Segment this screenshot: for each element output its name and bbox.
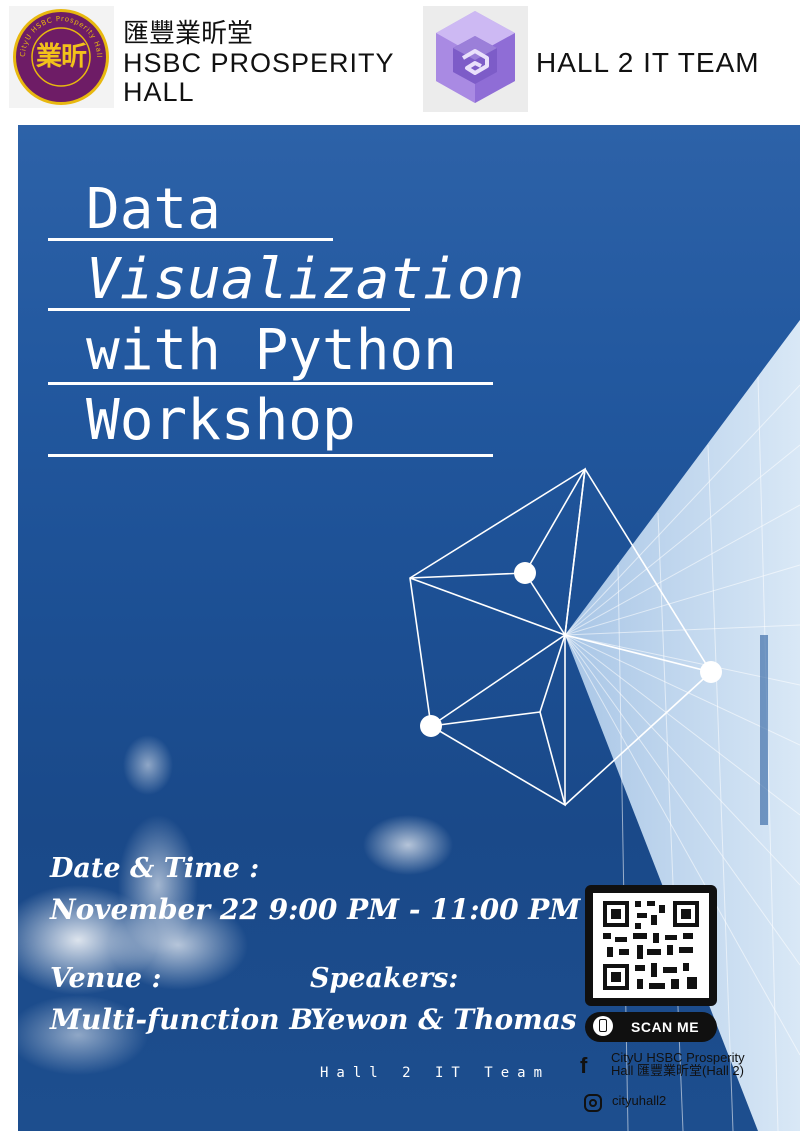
poster: Data Visualization with Python Workshop …: [18, 125, 800, 1131]
node-dot: [700, 661, 722, 683]
scan-me-label: SCAN ME: [631, 1019, 700, 1035]
qr-code[interactable]: [585, 885, 717, 1006]
date-label: Date & Time :: [50, 853, 260, 884]
title-line-4: Workshop: [86, 388, 356, 453]
title-underline: [48, 454, 493, 457]
qr-code-icon: [593, 893, 709, 998]
speakers-value: Yewon & Thomas: [310, 1003, 577, 1036]
facebook-page-line2: Hall 匯豐業昕堂(Hall 2): [611, 1063, 744, 1078]
purple-cube-icon: [436, 11, 515, 103]
venue-value: Multi-function B: [50, 1003, 314, 1036]
title-line-2: Visualization: [86, 247, 525, 312]
title-underline: [48, 308, 410, 311]
team-name: HALL 2 IT TEAM: [536, 47, 760, 78]
hall-logo: CityU HSBC Prosperity Hall 業昕: [9, 6, 114, 108]
venue-label: Venue :: [50, 963, 162, 994]
title-line-1: Data: [86, 177, 221, 242]
facebook-icon[interactable]: f: [580, 1055, 594, 1077]
scan-me-badge: SCAN ME: [585, 1012, 717, 1042]
title-underline: [48, 382, 493, 385]
facebook-page[interactable]: CityU HSBC Prosperity Hall 匯豐業昕堂(Hall 2): [611, 1051, 745, 1077]
header: CityU HSBC Prosperity Hall 業昕 匯豐業昕堂 HSBC…: [0, 0, 800, 118]
title-underline: [48, 238, 333, 241]
hall-emblem-icon: CityU HSBC Prosperity Hall 業昕: [13, 9, 109, 105]
title-line-3: with Python: [86, 318, 457, 383]
phone-icon: [593, 1016, 613, 1036]
hall-name: 匯豐業昕堂 HSBC PROSPERITY HALL: [123, 20, 395, 107]
speakers-label: Speakers:: [310, 963, 459, 994]
instagram-icon[interactable]: [584, 1094, 602, 1112]
hall-name-english-line1: HSBC PROSPERITY: [123, 48, 395, 78]
date-value: November 22 9:00 PM - 11:00 PM: [50, 893, 581, 926]
skyscraper: [564, 320, 800, 1131]
node-dot: [420, 715, 442, 737]
team-credit: Hall 2 IT Team: [320, 1065, 551, 1081]
hall-name-english-line2: HALL: [123, 77, 195, 107]
instagram-handle[interactable]: cityuhall2: [612, 1093, 666, 1108]
hall-logo-chars: 業昕: [35, 42, 87, 72]
team-logo: [423, 6, 528, 112]
hall-name-chinese: 匯豐業昕堂: [123, 19, 254, 49]
node-dot: [514, 562, 536, 584]
